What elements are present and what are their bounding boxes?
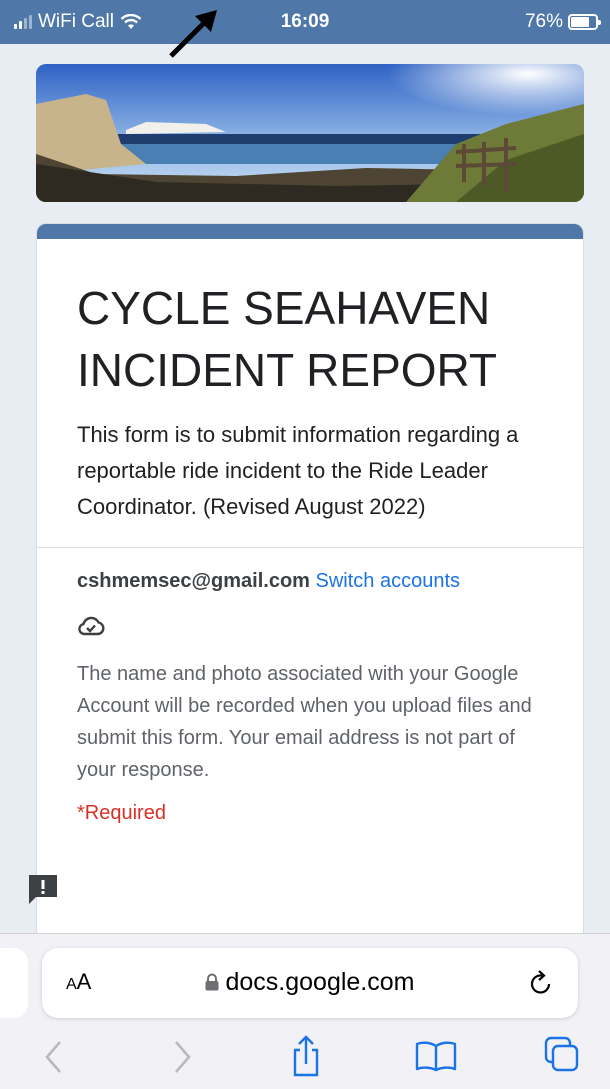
annotation-arrow-icon — [169, 10, 217, 58]
status-bar: WiFi Call 16:09 76% — [0, 0, 610, 58]
cloud-saved-icon — [77, 615, 583, 642]
bookmarks-icon[interactable] — [414, 1040, 458, 1072]
url-text: docs.google.com — [225, 968, 415, 996]
battery-percent: 76% — [524, 11, 563, 32]
lock-icon — [205, 973, 219, 991]
feedback-icon[interactable] — [26, 872, 60, 906]
account-email: cshmemsec@gmail.com — [77, 570, 310, 592]
url-display[interactable]: docs.google.com — [42, 968, 578, 997]
address-bar[interactable]: AA docs.google.com — [42, 948, 578, 1018]
previous-tab-edge[interactable] — [0, 948, 28, 1018]
share-icon[interactable] — [289, 1034, 323, 1078]
status-right: 76% — [524, 11, 601, 33]
tabs-icon[interactable] — [544, 1036, 580, 1074]
form-header-card: CYCLE SEAHAVEN INCIDENT REPORT This form… — [36, 223, 584, 943]
card-accent-bar — [37, 224, 583, 239]
header-banner-image — [36, 64, 584, 202]
reload-icon[interactable] — [528, 968, 554, 996]
battery-icon — [568, 14, 601, 30]
required-label: *Required — [77, 802, 166, 824]
form-title: CYCLE SEAHAVEN INCIDENT REPORT — [77, 282, 498, 396]
account-line: cshmemsec@gmail.com Switch accounts — [37, 548, 583, 593]
form-description: This form is to submit information regar… — [77, 422, 519, 519]
back-icon[interactable] — [42, 1038, 66, 1076]
forward-icon[interactable] — [170, 1038, 194, 1076]
switch-accounts-link[interactable]: Switch accounts — [316, 570, 461, 592]
privacy-notice: The name and photo associated with your … — [77, 663, 532, 781]
browser-toolbar — [0, 1034, 610, 1084]
status-time: 16:09 — [280, 11, 330, 32]
browser-bottom-bar: AA docs.google.com — [0, 933, 610, 1089]
